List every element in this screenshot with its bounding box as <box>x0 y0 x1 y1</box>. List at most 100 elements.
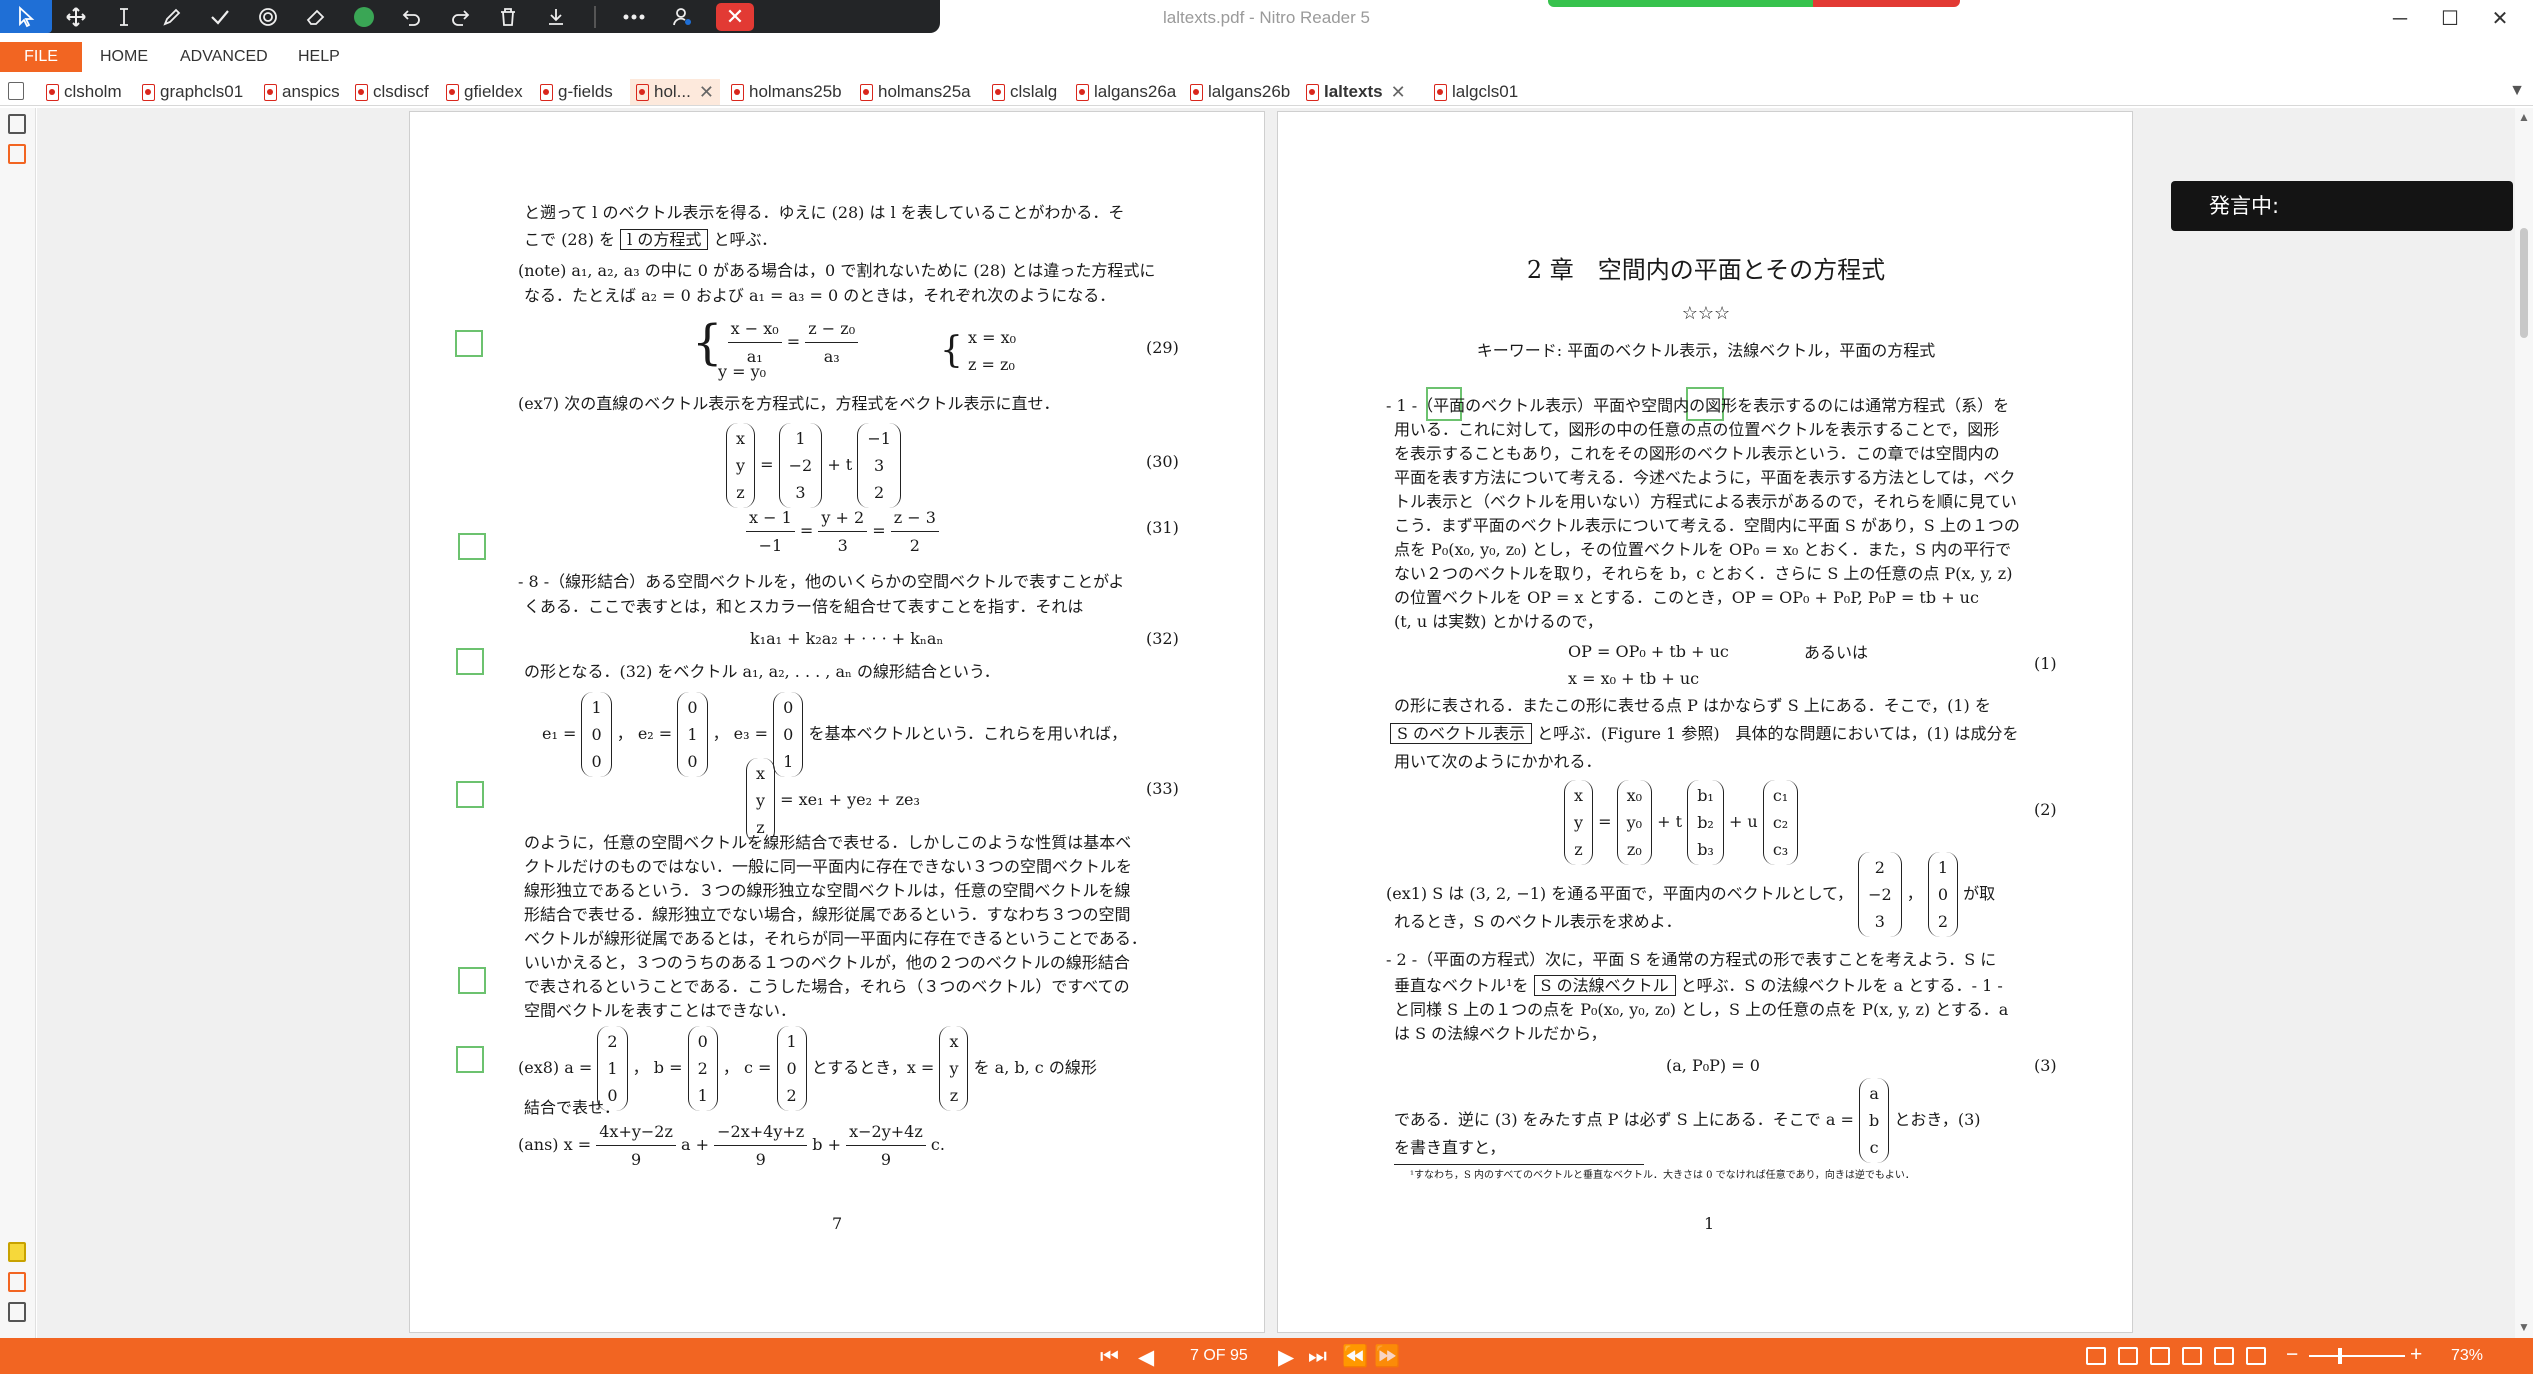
document-view[interactable]: と遡って l のベクトル表示を得る．ゆえに (28) は l を表していることが… <box>37 108 2533 1338</box>
last-page-button[interactable]: ⏭ <box>1308 1345 1327 1369</box>
tab-lalgans26b[interactable]: lalgans26b <box>1190 79 1290 105</box>
continuous-view-icon[interactable] <box>2118 1347 2138 1365</box>
equation-number: (29) <box>1146 338 1179 357</box>
equation-number: (30) <box>1146 452 1179 471</box>
tab-lalgans26a[interactable]: lalgans26a <box>1076 79 1176 105</box>
bookmarks-panel-icon[interactable] <box>8 144 28 166</box>
pages-panel-icon[interactable] <box>8 114 28 136</box>
tab-graphcls01[interactable]: graphcls01 <box>142 79 243 105</box>
scroll-thumb[interactable] <box>2520 228 2528 338</box>
text-line: クトルだけのものではない．一般に同一平面内に存在できない３つの空間ベクトルを <box>524 857 1133 876</box>
pdf-icon <box>636 83 649 101</box>
annotation-checkbox[interactable] <box>456 648 484 675</box>
document-list-icon[interactable] <box>8 82 24 100</box>
attachments-panel-icon[interactable] <box>8 1272 28 1294</box>
text-line: は S の法線ベクトルだから， <box>1394 1024 1607 1043</box>
file-menu[interactable]: FILE <box>0 42 82 72</box>
equation-1: OP = OP₀ + tb + uc x = x₀ + tb + uc <box>1568 642 1729 688</box>
scroll-up-icon[interactable]: ▲ <box>2518 110 2530 124</box>
next-view-button[interactable]: ⏩ <box>1374 1345 1400 1369</box>
comments-panel-icon[interactable] <box>8 1242 28 1264</box>
maximize-button[interactable]: ☐ <box>2430 4 2470 36</box>
close-icon[interactable]: ✕ <box>716 2 754 31</box>
first-page-button[interactable]: ⏮ <box>1100 1345 1119 1369</box>
menu-advanced[interactable]: ADVANCED <box>180 42 268 72</box>
tab-close-icon[interactable]: ✕ <box>699 82 714 103</box>
annotation-checkbox[interactable] <box>458 967 486 994</box>
tab-clsdiscf[interactable]: clsdiscf <box>355 79 429 105</box>
tab-overflow-icon[interactable]: ▼ <box>2509 82 2525 100</box>
tab-holmans25b[interactable]: holmans25b <box>731 79 842 105</box>
document-tab-bar: clsholm graphcls01 anspics clsdiscf gfie… <box>0 76 2533 106</box>
pdf-icon <box>1306 83 1319 101</box>
menu-home[interactable]: HOME <box>100 42 148 72</box>
fit-width-icon[interactable] <box>2214 1347 2234 1365</box>
zoom-slider[interactable] <box>2309 1355 2405 1357</box>
continuous-facing-view-icon[interactable] <box>2182 1347 2202 1365</box>
next-page-button[interactable]: ▶ <box>1278 1345 1294 1370</box>
tab-anspics[interactable]: anspics <box>264 79 340 105</box>
keywords: キーワード: 平面のベクトル表示，法線ベクトル，平面の方程式 <box>1476 341 1936 360</box>
page-indicator[interactable]: 7 OF 95 <box>1190 1347 1248 1365</box>
menu-help[interactable]: HELP <box>298 42 340 72</box>
annotation-checkbox[interactable] <box>455 330 483 357</box>
annotation-checkbox[interactable] <box>458 533 486 560</box>
close-window-button[interactable]: ✕ <box>2480 4 2520 36</box>
text-line: 点を P₀(x₀, y₀, z₀) とし，その位置ベクトルを OP₀ = x₀ … <box>1394 540 2012 559</box>
tab-close-icon[interactable]: ✕ <box>1391 82 1406 103</box>
facing-view-icon[interactable] <box>2150 1347 2170 1365</box>
download-icon[interactable] <box>532 0 580 33</box>
pdf-page-1: 2 章 空間内の平面とその方程式 ☆☆☆ キーワード: 平面のベクトル表示，法線… <box>1277 111 2133 1333</box>
zoom-out-button[interactable]: − <box>2286 1343 2298 1367</box>
more-icon[interactable] <box>610 0 658 33</box>
pdf-icon <box>1076 83 1089 101</box>
pdf-page-7: と遡って l のベクトル表示を得る．ゆえに (28) は l を表していることが… <box>409 111 1265 1333</box>
zoom-slider-thumb[interactable] <box>2338 1348 2342 1364</box>
tab-lalgcls01[interactable]: lalgcls01 <box>1434 79 1518 105</box>
pdf-icon <box>446 83 459 101</box>
equation-31: x − 1 −1 = y + 23 = z − 32 <box>746 504 939 559</box>
text-line: (note) a₁, a₂, a₃ の中に 0 がある場合は，0 で割れないため… <box>518 261 1156 280</box>
output-panel-icon[interactable] <box>8 1302 28 1324</box>
stars-divider: ☆☆☆ <box>1681 303 1731 324</box>
tab-clslalg[interactable]: clslalg <box>992 79 1057 105</box>
zoom-in-button[interactable]: + <box>2410 1343 2422 1367</box>
text-line: - 8 -（線形結合）ある空間ベクトルを，他のいくらかの空間ベクトルで表すことが… <box>518 572 1125 591</box>
scroll-down-icon[interactable]: ▼ <box>2518 1320 2530 1334</box>
trash-icon[interactable] <box>484 0 532 33</box>
pen-icon[interactable] <box>148 0 196 33</box>
tab-laltexts[interactable]: laltexts ✕ <box>1306 79 1406 105</box>
speaking-indicator: 発言中: <box>2171 181 2513 231</box>
check-icon[interactable] <box>196 0 244 33</box>
previous-view-button[interactable]: ⏪ <box>1342 1345 1368 1369</box>
tab-holmans25a[interactable]: holmans25a <box>860 79 971 105</box>
minimize-button[interactable]: ─ <box>2380 4 2420 36</box>
tab-hol[interactable]: hol... ✕ <box>630 79 720 105</box>
pdf-icon <box>992 83 1005 101</box>
prev-page-button[interactable]: ◀ <box>1138 1345 1154 1370</box>
user-settings-icon[interactable] <box>658 0 706 33</box>
tab-clsholm[interactable]: clsholm <box>46 79 122 105</box>
equation-29b: { x = x₀ z = z₀ <box>940 328 1017 374</box>
annotation-checkbox[interactable] <box>456 781 484 808</box>
annotation-checkbox[interactable] <box>456 1046 484 1073</box>
zoom-level[interactable]: 73% <box>2451 1347 2483 1365</box>
eraser-icon[interactable] <box>292 0 340 33</box>
page-number: 1 <box>1704 1214 1715 1233</box>
text-line: を書き直すと， <box>1394 1138 1506 1157</box>
vertical-scrollbar[interactable]: ▲ ▼ <box>2515 108 2533 1338</box>
status-bar: ⏮ ◀ 7 OF 95 ▶ ⏭ ⏪ ⏩ − + 73% <box>0 1338 2533 1374</box>
tab-g-fields[interactable]: g-fields <box>540 79 613 105</box>
redo-icon[interactable] <box>436 0 484 33</box>
pdf-icon <box>355 83 368 101</box>
move-icon[interactable] <box>52 0 100 33</box>
stamp-icon[interactable] <box>244 0 292 33</box>
text-line: 線形独立であるという．３つの線形独立な空間ベクトルは，任意の空間ベクトルを線 <box>524 881 1131 900</box>
color-dot-icon[interactable] <box>340 0 388 33</box>
single-page-view-icon[interactable] <box>2086 1347 2106 1365</box>
undo-icon[interactable] <box>388 0 436 33</box>
fit-page-icon[interactable] <box>2246 1347 2266 1365</box>
pointer-icon[interactable] <box>0 0 52 33</box>
text-cursor-icon[interactable] <box>100 0 148 33</box>
tab-gfieldex[interactable]: gfieldex <box>446 79 523 105</box>
